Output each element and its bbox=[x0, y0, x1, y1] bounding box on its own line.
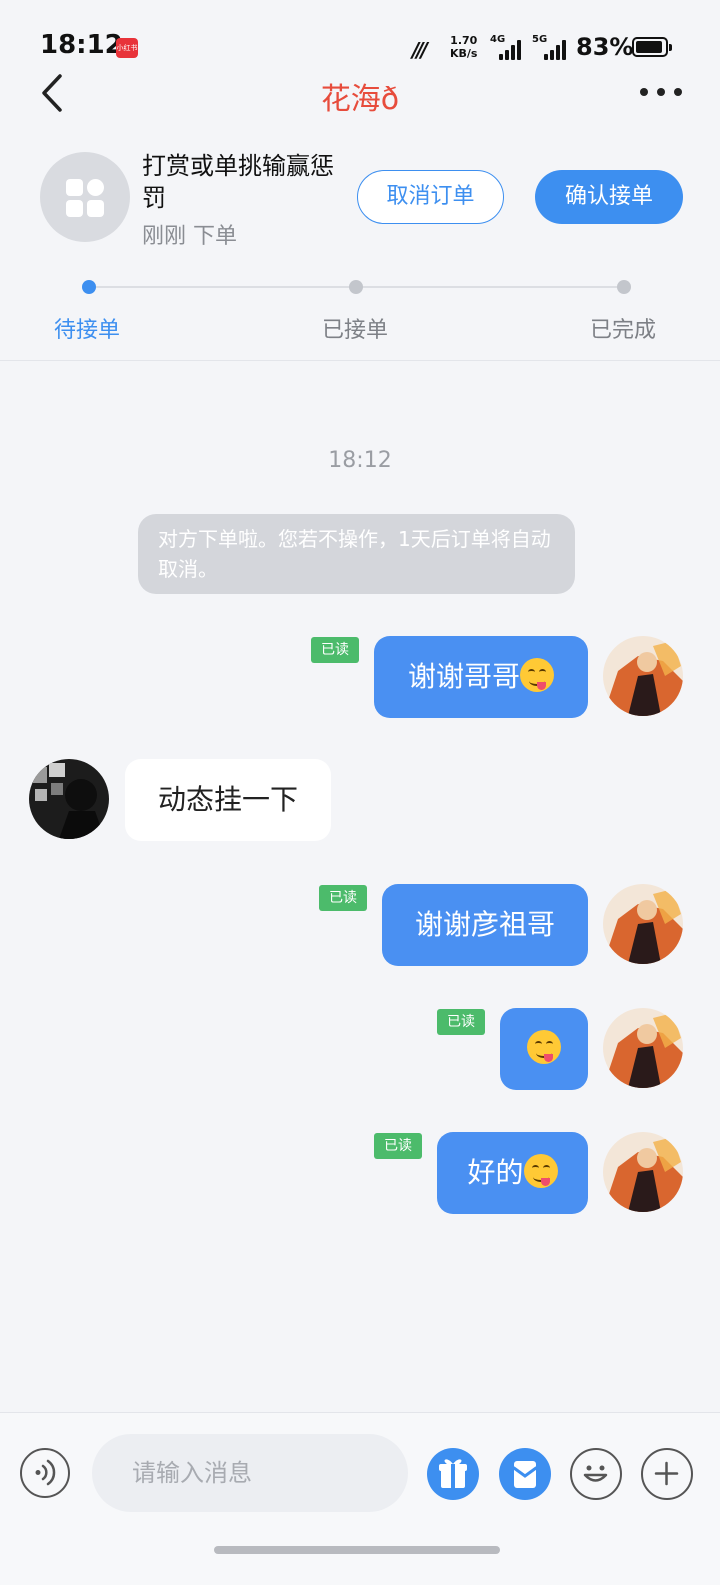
voice-icon bbox=[35, 1459, 56, 1486]
my-avatar[interactable] bbox=[603, 636, 683, 716]
progress-step-dot bbox=[617, 280, 631, 294]
yum-face-emoji-icon bbox=[527, 1030, 561, 1064]
confirm-order-button[interactable]: 确认接单 bbox=[535, 170, 683, 224]
chat-title: 花海ð bbox=[320, 82, 400, 117]
message-bubble-outgoing[interactable] bbox=[500, 1008, 588, 1090]
read-receipt-badge: 已读 bbox=[311, 637, 359, 663]
read-receipt-badge: 已读 bbox=[374, 1133, 422, 1159]
network-speed-icon: /// bbox=[412, 38, 428, 62]
battery-percent: 83% bbox=[576, 33, 634, 61]
message-bubble-incoming[interactable]: 动态挂一下 bbox=[125, 759, 331, 841]
more-dots-icon bbox=[640, 88, 648, 96]
gift-button[interactable] bbox=[427, 1448, 479, 1500]
status-bar: 18:12 小红书 /// 1.70 KB/s 4G 5G 83% bbox=[0, 0, 720, 70]
gift-icon bbox=[439, 1459, 467, 1488]
network-speed-unit: KB/s bbox=[450, 47, 478, 60]
signal-bars-icon bbox=[544, 40, 570, 60]
app-notification-icon: 小红书 bbox=[116, 38, 138, 58]
progress-step-completed: 已完成 bbox=[590, 318, 657, 343]
message-input[interactable] bbox=[92, 1434, 408, 1512]
progress-step-accepted: 已接单 bbox=[322, 318, 389, 343]
more-options-button[interactable] bbox=[636, 80, 686, 104]
red-packet-icon bbox=[512, 1461, 538, 1488]
avatar-image bbox=[603, 1008, 683, 1088]
more-actions-button[interactable] bbox=[641, 1448, 693, 1500]
plus-icon bbox=[654, 1461, 679, 1486]
message-bubble-outgoing[interactable]: 好的 bbox=[437, 1132, 588, 1214]
signal-bars-icon bbox=[499, 40, 525, 60]
read-receipt-badge: 已读 bbox=[319, 885, 367, 911]
divider bbox=[0, 360, 720, 361]
progress-step-pending: 待接单 bbox=[54, 318, 121, 343]
my-avatar[interactable] bbox=[603, 884, 683, 964]
avatar-image bbox=[29, 759, 109, 839]
message-text: 好的 bbox=[467, 1156, 524, 1189]
status-time: 18:12 bbox=[40, 30, 123, 60]
red-packet-button[interactable] bbox=[499, 1448, 551, 1500]
avatar-image bbox=[603, 636, 683, 716]
my-avatar[interactable] bbox=[603, 1008, 683, 1088]
contact-avatar[interactable] bbox=[29, 759, 109, 839]
my-avatar[interactable] bbox=[603, 1132, 683, 1212]
network-speed: 1.70 KB/s bbox=[450, 34, 477, 60]
progress-step-dot bbox=[349, 280, 363, 294]
yum-face-emoji-icon bbox=[520, 658, 554, 692]
emoji-button[interactable] bbox=[570, 1448, 622, 1500]
message-bubble-outgoing[interactable]: 谢谢彦祖哥 bbox=[382, 884, 588, 966]
message-bubble-outgoing[interactable]: 谢谢哥哥 bbox=[374, 636, 588, 718]
voice-input-button[interactable] bbox=[20, 1448, 70, 1498]
smiley-icon bbox=[583, 1465, 608, 1482]
avatar-image bbox=[603, 884, 683, 964]
network-speed-value: 1.70 bbox=[450, 34, 478, 47]
yum-face-emoji-icon bbox=[523, 1154, 558, 1188]
cancel-order-button[interactable]: 取消订单 bbox=[357, 170, 504, 224]
avatar-image bbox=[603, 1132, 683, 1212]
battery-icon bbox=[632, 37, 672, 57]
order-time: 刚刚 下单 bbox=[142, 224, 237, 249]
system-message: 对方下单啦。您若不操作，1天后订单将自动取消。 bbox=[138, 514, 575, 594]
order-service-icon bbox=[40, 152, 130, 242]
home-indicator[interactable] bbox=[214, 1546, 500, 1554]
read-receipt-badge: 已读 bbox=[437, 1009, 485, 1035]
progress-step-dot bbox=[82, 280, 96, 294]
message-text: 谢谢哥哥 bbox=[407, 660, 520, 693]
order-title: 打赏或单挑输赢惩罚 bbox=[142, 152, 334, 212]
chat-timestamp: 18:12 bbox=[328, 448, 392, 473]
